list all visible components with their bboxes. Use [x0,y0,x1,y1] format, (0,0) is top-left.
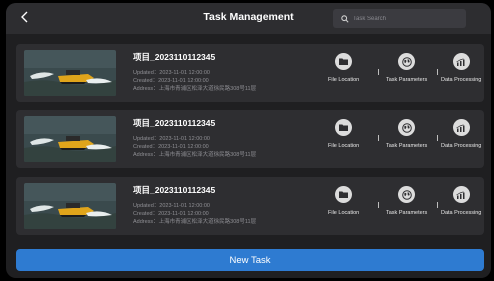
file-location-button[interactable]: File Location [328,119,359,149]
task-info: 项目_2023110112345 Updated：2023-11-01 12:0… [133,117,256,159]
boat-image [24,50,116,96]
separator [437,202,438,208]
chart-icon [452,186,470,203]
task-card[interactable]: 项目_2023110112345 Updated：2023-11-01 12:0… [16,44,484,102]
task-parameters-label: Task Parameters [386,143,428,149]
task-thumbnail [24,116,116,162]
data-processing-label: Data Processing [441,210,482,216]
globe-icon [398,53,416,70]
data-processing-button[interactable]: Data Processing [441,186,481,216]
data-processing-button[interactable]: Data Processing [441,119,481,149]
chart-icon [452,53,470,70]
search-icon [341,14,349,23]
task-thumbnail [24,183,116,229]
task-address: Address：上海市青浦区松泽大道徐民路308号11层 [133,219,257,225]
task-info: 项目_2023110112345 Updated：2023-11-01 12:0… [133,184,256,226]
file-location-button[interactable]: File Location [328,186,359,216]
boat-image [24,116,116,162]
data-processing-label: Data Processing [441,77,482,83]
data-processing-label: Data Processing [441,143,482,149]
file-location-label: File Location [328,143,360,149]
task-info: 项目_2023110112345 Updated：2023-11-01 12:0… [133,51,256,93]
globe-icon [398,186,416,203]
task-created: Created：2023-11-01 12:00:00 [133,211,209,217]
boat-image [24,183,116,229]
task-name: 项目_2023110112345 [133,118,216,128]
file-location-button[interactable]: File Location [328,53,359,83]
task-thumbnail [24,50,116,96]
folder-icon [335,119,353,136]
task-updated: Updated：2023-11-01 12:00:00 [133,203,210,209]
task-created: Created：2023-11-01 12:00:00 [133,78,209,84]
separator [378,202,379,208]
task-address: Address：上海市青浦区松泽大道徐民路308号11层 [133,86,257,92]
new-task-button[interactable]: New Task [16,249,484,271]
task-created: Created：2023-11-01 12:00:00 [133,144,209,150]
task-updated: Updated：2023-11-01 12:00:00 [133,136,210,142]
search-box[interactable] [333,9,466,28]
task-updated: Updated：2023-11-01 12:00:00 [133,70,210,76]
separator [437,135,438,141]
top-bar: Task Management [6,3,491,34]
search-input[interactable] [353,15,453,22]
task-card[interactable]: 项目_2023110112345 Updated：2023-11-01 12:0… [16,177,484,235]
separator [378,69,379,75]
folder-icon [335,186,353,203]
file-location-label: File Location [328,210,360,216]
separator [437,69,438,75]
task-parameters-button[interactable]: Task Parameters [386,119,427,149]
app-screen: Task Management 项目_2023110112345 [6,3,491,278]
separator [378,135,379,141]
task-parameters-button[interactable]: Task Parameters [386,53,427,83]
folder-icon [335,53,353,70]
data-processing-button[interactable]: Data Processing [441,53,481,83]
task-parameters-label: Task Parameters [386,77,428,83]
chart-icon [452,119,470,136]
task-name: 项目_2023110112345 [133,185,216,195]
file-location-label: File Location [328,77,360,83]
task-name: 项目_2023110112345 [133,52,216,62]
task-parameters-button[interactable]: Task Parameters [386,186,427,216]
globe-icon [398,119,416,136]
task-parameters-label: Task Parameters [386,210,428,216]
task-address: Address：上海市青浦区松泽大道徐民路308号11层 [133,152,257,158]
task-card[interactable]: 项目_2023110112345 Updated：2023-11-01 12:0… [16,110,484,168]
